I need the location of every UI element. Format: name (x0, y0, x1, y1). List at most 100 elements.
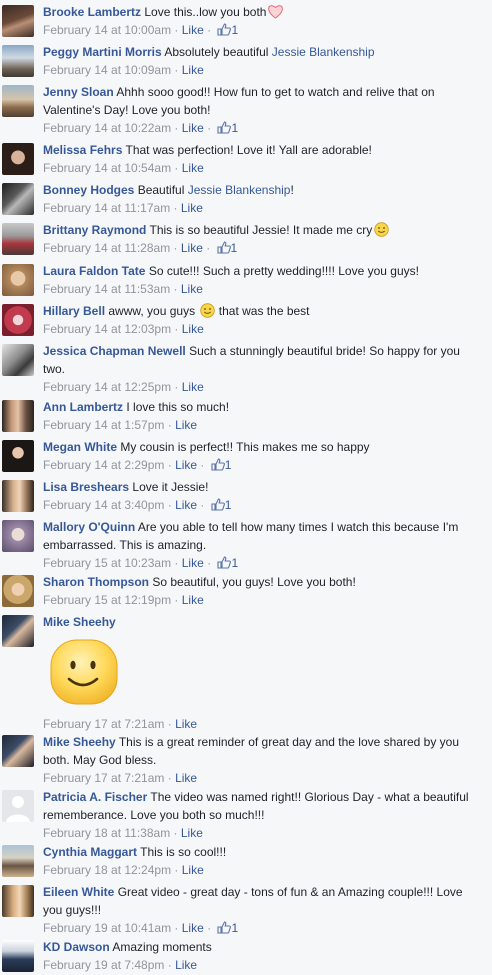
like-button[interactable]: Like (175, 418, 197, 432)
like-button[interactable]: Like (181, 201, 203, 215)
avatar[interactable] (2, 304, 34, 336)
like-button[interactable]: Like (182, 63, 204, 77)
comment-author[interactable]: Cynthia Maggart (43, 845, 137, 859)
comment-timestamp[interactable]: February 14 at 12:03pm (43, 322, 171, 336)
comment-timestamp[interactable]: February 18 at 12:24pm (43, 863, 171, 877)
avatar[interactable] (2, 85, 34, 117)
comment-timestamp[interactable]: February 14 at 11:28am (43, 241, 170, 255)
comment-timestamp[interactable]: February 18 at 11:38am (43, 826, 170, 840)
comment-author[interactable]: Mike Sheehy (43, 615, 116, 629)
like-button[interactable]: Like (181, 282, 203, 296)
like-count[interactable]: 1 (225, 498, 232, 512)
avatar[interactable] (2, 183, 34, 215)
comment-timestamp[interactable]: February 17 at 7:21am (43, 717, 164, 731)
avatar[interactable] (2, 940, 34, 972)
like-button[interactable]: Like (182, 121, 204, 135)
comment-timestamp[interactable]: February 14 at 12:25pm (43, 380, 171, 394)
comment-author[interactable]: Laura Faldon Tate (43, 264, 145, 278)
comment-timestamp[interactable]: February 14 at 10:00am (43, 23, 171, 37)
comment-author[interactable]: Mallory O'Quinn (43, 520, 135, 534)
avatar[interactable] (2, 5, 34, 37)
like-button[interactable]: Like (182, 556, 204, 570)
comment-timestamp[interactable]: February 14 at 10:54am (43, 161, 171, 175)
comment-author[interactable]: Hillary Bell (43, 304, 105, 318)
like-button[interactable]: Like (181, 241, 203, 255)
comment-timestamp[interactable]: February 19 at 10:41am (43, 921, 171, 935)
like-button[interactable]: Like (182, 380, 204, 394)
comment-timestamp[interactable]: February 15 at 12:19pm (43, 593, 171, 607)
like-button[interactable]: Like (182, 23, 204, 37)
comment-text-after: that was the best (218, 304, 310, 318)
avatar[interactable] (2, 264, 34, 296)
like-count[interactable]: 1 (225, 458, 232, 472)
comment-author[interactable]: Eileen White (43, 885, 114, 899)
mention-link[interactable]: Jessie Blankenship (188, 183, 291, 197)
comment-author[interactable]: Lisa Breshears (43, 480, 129, 494)
mention-link[interactable]: Jessie Blankenship (272, 45, 375, 59)
comment-meta: February 19 at 10:41am · Like · 1 (43, 919, 475, 937)
avatar[interactable] (2, 575, 34, 607)
like-count[interactable]: 1 (231, 121, 238, 135)
comment-timestamp[interactable]: February 14 at 10:22am (43, 121, 171, 135)
avatar[interactable] (2, 223, 34, 255)
avatar[interactable] (2, 885, 34, 917)
like-button[interactable]: Like (182, 921, 204, 935)
comment-author[interactable]: Patricia A. Fischer (43, 790, 147, 804)
like-count[interactable]: 1 (231, 241, 238, 255)
comment-author[interactable]: Mike Sheehy (43, 735, 116, 749)
comment-author[interactable]: KD Dawson (43, 940, 110, 954)
separator: · (203, 23, 215, 37)
comment-meta: February 17 at 7:21am · Like (43, 769, 475, 787)
like-button[interactable]: Like (181, 826, 203, 840)
comment-meta: February 14 at 3:40pm · Like · 1 (43, 496, 475, 514)
like-button[interactable]: Like (182, 161, 204, 175)
like-count[interactable]: 1 (231, 921, 238, 935)
like-button[interactable]: Like (175, 958, 197, 972)
avatar[interactable] (2, 400, 34, 432)
avatar[interactable] (2, 480, 34, 512)
comment-timestamp[interactable]: February 14 at 11:17am (43, 201, 170, 215)
comment-author[interactable]: Ann Lambertz (43, 400, 123, 414)
avatar[interactable] (2, 45, 34, 77)
like-button[interactable]: Like (175, 717, 197, 731)
comment-author[interactable]: Sharon Thompson (43, 575, 149, 589)
avatar[interactable] (2, 520, 34, 552)
comment-timestamp[interactable]: February 14 at 3:40pm (43, 498, 164, 512)
separator: · (171, 23, 182, 37)
comment-timestamp[interactable]: February 15 at 10:23am (43, 556, 171, 570)
avatar[interactable] (2, 143, 34, 175)
comment-author[interactable]: Jessica Chapman Newell (43, 344, 186, 358)
avatar[interactable] (2, 845, 34, 877)
separator: · (170, 282, 181, 296)
avatar[interactable] (2, 615, 34, 647)
comment-timestamp[interactable]: February 14 at 11:53am (43, 282, 170, 296)
comment-timestamp[interactable]: February 19 at 7:48pm (43, 958, 164, 972)
avatar[interactable] (2, 735, 34, 767)
like-button[interactable]: Like (182, 593, 204, 607)
avatar[interactable] (2, 440, 34, 472)
comment-timestamp[interactable]: February 14 at 2:29pm (43, 458, 164, 472)
like-count[interactable]: 1 (231, 556, 238, 570)
like-button[interactable]: Like (182, 863, 204, 877)
comment-author[interactable]: Megan White (43, 440, 117, 454)
avatar[interactable] (2, 790, 34, 822)
comment-author[interactable]: Jenny Sloan (43, 85, 114, 99)
thumbs-up-icon (211, 458, 225, 471)
like-button[interactable]: Like (175, 498, 197, 512)
comment-meta: February 14 at 10:09am · Like (43, 61, 475, 79)
comment-timestamp[interactable]: February 14 at 1:57pm (43, 418, 164, 432)
comment-timestamp[interactable]: February 17 at 7:21am (43, 771, 164, 785)
like-button[interactable]: Like (182, 322, 204, 336)
comment-author[interactable]: Peggy Martini Morris (43, 45, 162, 59)
comment-text: So beautiful, you guys! Love you both! (152, 575, 356, 589)
comment-author[interactable]: Bonney Hodges (43, 183, 134, 197)
comment-timestamp[interactable]: February 14 at 10:09am (43, 63, 171, 77)
avatar[interactable] (2, 344, 34, 376)
like-button[interactable]: Like (175, 458, 197, 472)
like-button[interactable]: Like (175, 771, 197, 785)
comment-author[interactable]: Brittany Raymond (43, 223, 146, 237)
comment-author[interactable]: Melissa Fehrs (43, 143, 122, 157)
comment-meta: February 14 at 10:00am · Like · 1 (43, 21, 475, 39)
comment-author[interactable]: Brooke Lambertz (43, 5, 141, 19)
like-count[interactable]: 1 (231, 23, 238, 37)
